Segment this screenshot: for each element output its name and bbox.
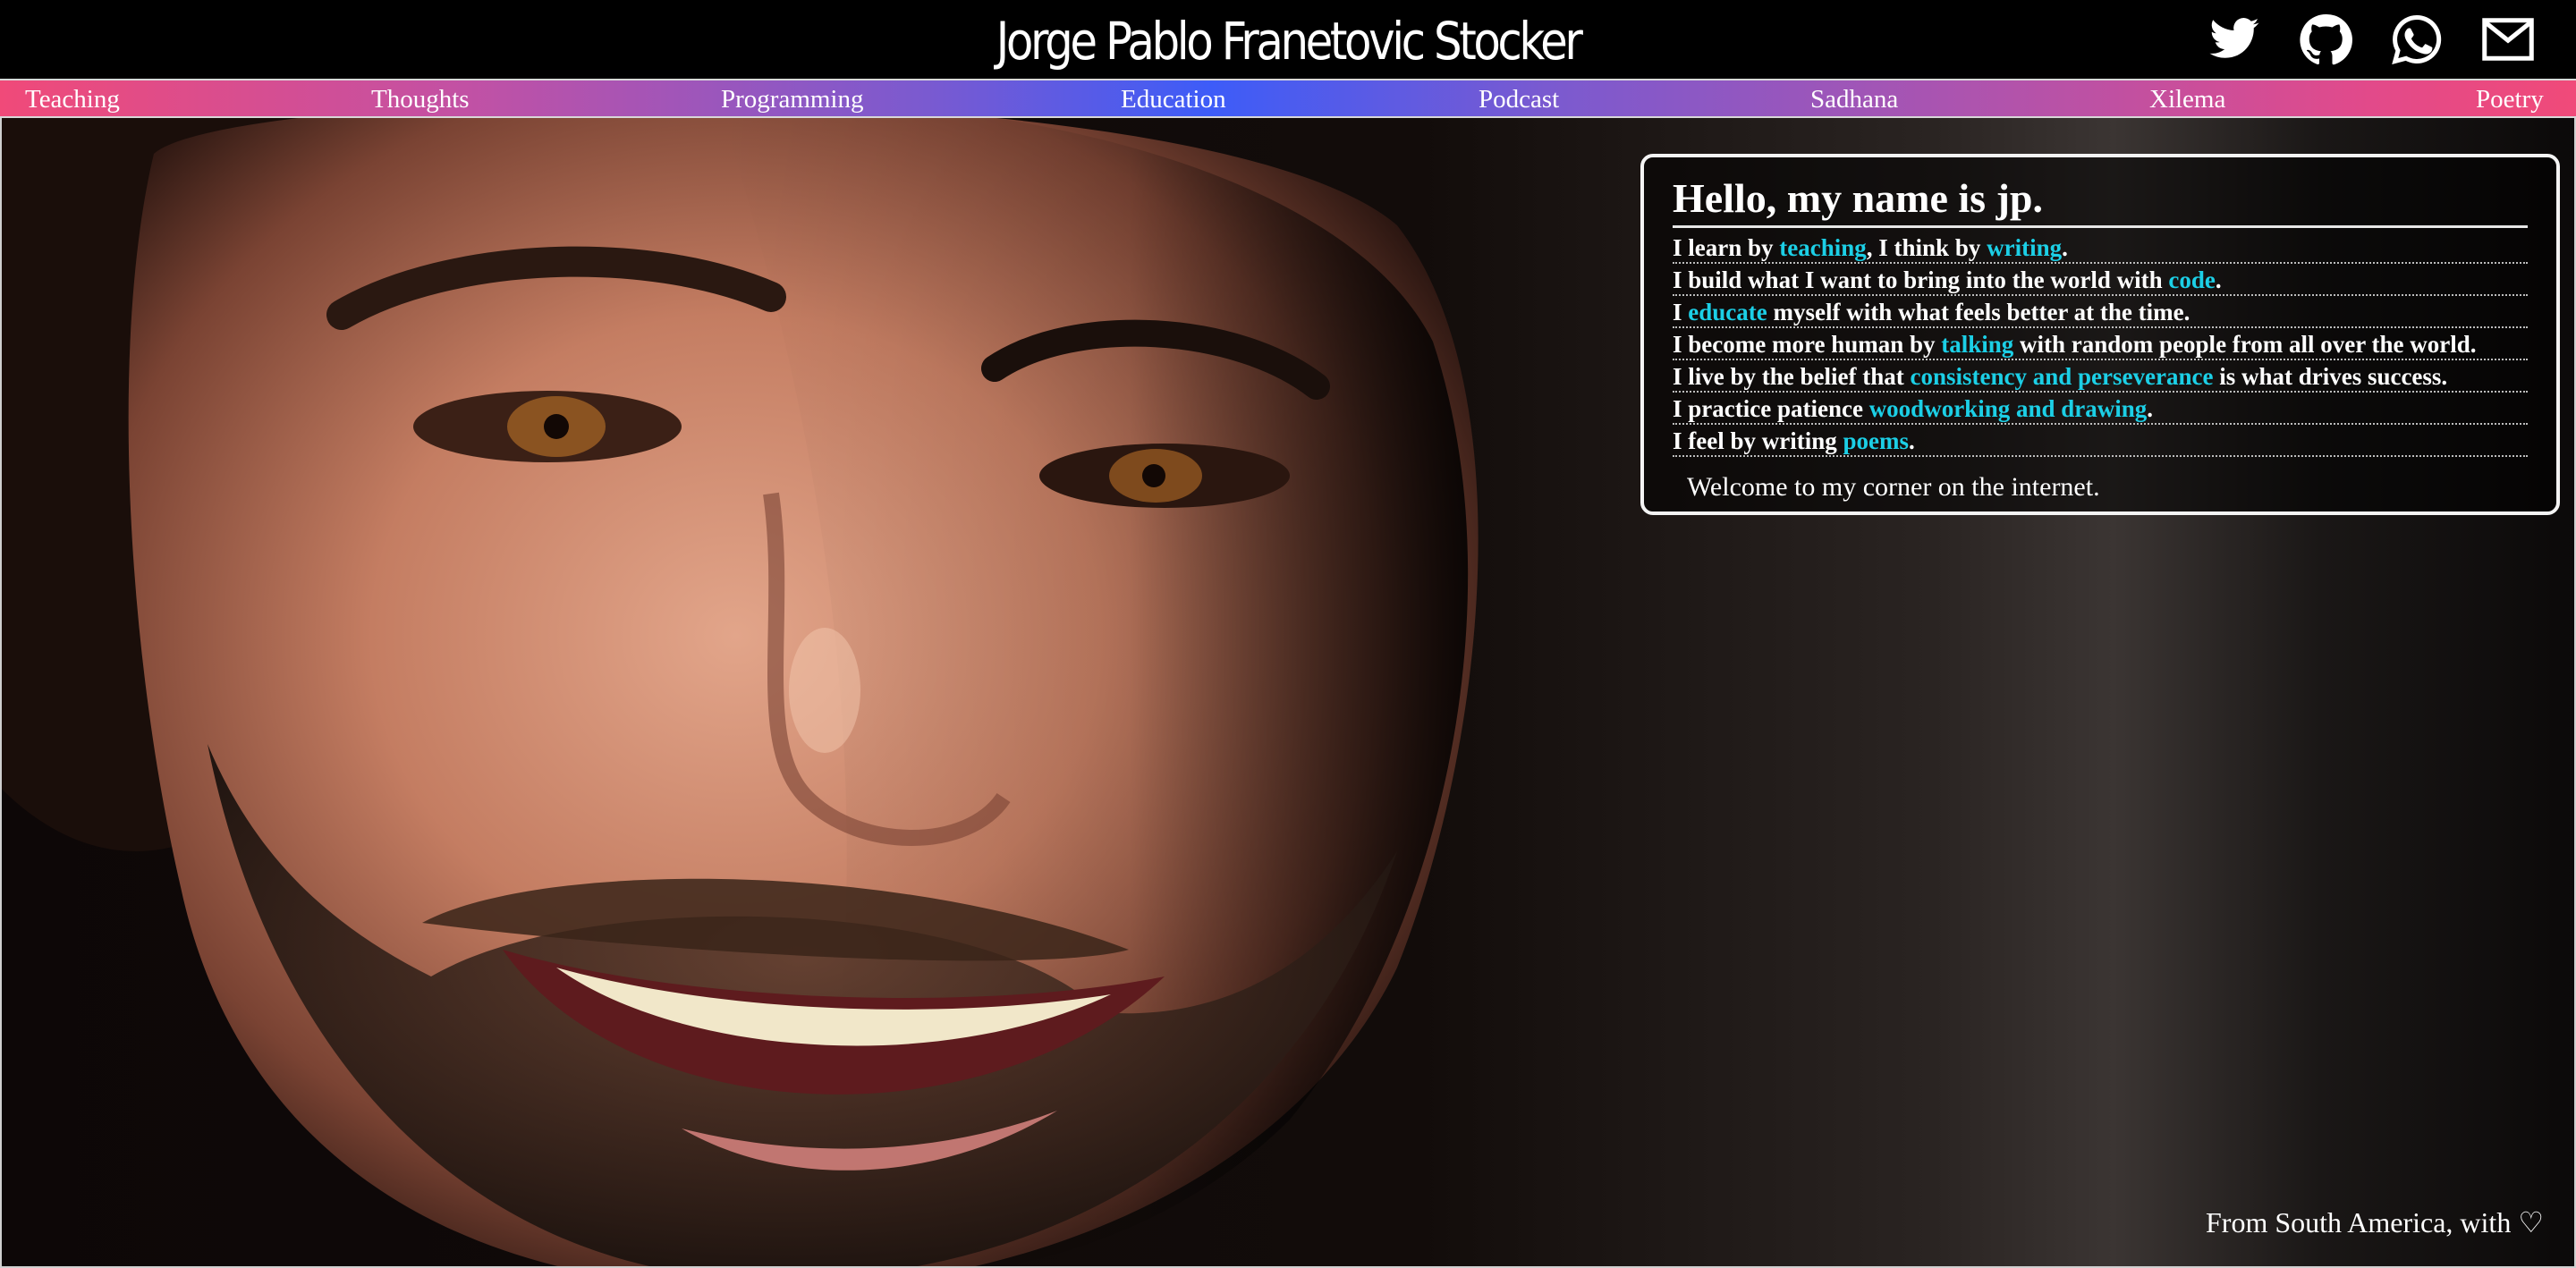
line-text: . (2215, 266, 2222, 293)
line-text: I learn by (1673, 234, 1780, 261)
line-text: myself with what feels better at the tim… (1767, 299, 2190, 325)
link-teaching[interactable]: teaching (1779, 234, 1867, 261)
link-educate[interactable]: educate (1688, 299, 1767, 325)
intro-line: I learn by teaching, I think by writing. (1673, 232, 2528, 264)
site-title: Jorge Pablo Franetovic Stocker (996, 11, 1583, 72)
link-code[interactable]: code (2168, 266, 2215, 293)
line-text: I build what I want to bring into the wo… (1673, 266, 2169, 293)
mail-link[interactable] (2479, 13, 2537, 66)
line-text: with random people from all over the wor… (2013, 331, 2477, 358)
line-text: , I think by (1866, 234, 1987, 261)
footer-note: From South America, with ♡ (2206, 1206, 2544, 1238)
link-woodworking[interactable]: woodworking and drawing (1869, 395, 2148, 422)
hero-section: Hello, my name is jp. I learn by teachin… (0, 118, 2576, 1268)
whatsapp-icon (2392, 14, 2442, 65)
intro-line: I build what I want to bring into the wo… (1673, 264, 2528, 296)
nav-item-xilema[interactable]: Xilema (2149, 80, 2225, 116)
mail-icon (2482, 18, 2534, 61)
site-header: Jorge Pablo Franetovic Stocker (0, 0, 2576, 79)
intro-line: I become more human by talking with rand… (1673, 328, 2528, 360)
intro-lines: I learn by teaching, I think by writing.… (1673, 232, 2528, 457)
social-links (2206, 13, 2537, 66)
intro-line: I practice patience woodworking and draw… (1673, 393, 2528, 425)
line-text: . (1908, 427, 1915, 454)
github-link[interactable] (2297, 13, 2354, 66)
line-text: . (2062, 234, 2068, 261)
intro-line: I feel by writing poems. (1673, 425, 2528, 457)
intro-line: I live by the belief that consistency an… (1673, 360, 2528, 393)
main-nav: Teaching Thoughts Programming Education … (0, 79, 2576, 118)
nav-item-programming[interactable]: Programming (721, 80, 864, 116)
whatsapp-link[interactable] (2388, 13, 2445, 66)
intro-heading: Hello, my name is jp. (1673, 173, 2528, 228)
nav-item-teaching[interactable]: Teaching (25, 80, 120, 116)
line-text: I feel by writing (1673, 427, 1843, 454)
nav-item-sadhana[interactable]: Sadhana (1810, 80, 1898, 116)
nav-item-podcast[interactable]: Podcast (1479, 80, 1559, 116)
nav-item-thoughts[interactable]: Thoughts (371, 80, 470, 116)
link-consistency[interactable]: consistency and perseverance (1910, 363, 2213, 390)
line-text: I live by the belief that (1673, 363, 1911, 390)
link-talking[interactable]: talking (1941, 331, 2013, 358)
nav-item-poetry[interactable]: Poetry (2476, 80, 2544, 116)
intro-line: I educate myself with what feels better … (1673, 296, 2528, 328)
line-text: I (1673, 299, 1689, 325)
github-icon (2300, 13, 2352, 65)
line-text: I become more human by (1673, 331, 1942, 358)
link-poems[interactable]: poems (1843, 427, 1909, 454)
welcome-text: Welcome to my corner on the internet. (1687, 472, 2100, 502)
link-writing[interactable]: writing (1987, 234, 2062, 261)
twitter-link[interactable] (2206, 13, 2263, 66)
twitter-icon (2209, 18, 2259, 58)
line-text: is what drives success. (2213, 363, 2448, 390)
line-text: . (2147, 395, 2154, 422)
nav-item-education[interactable]: Education (1121, 80, 1226, 116)
intro-card: Hello, my name is jp. I learn by teachin… (1640, 154, 2560, 515)
line-text: I practice patience (1673, 395, 1869, 422)
